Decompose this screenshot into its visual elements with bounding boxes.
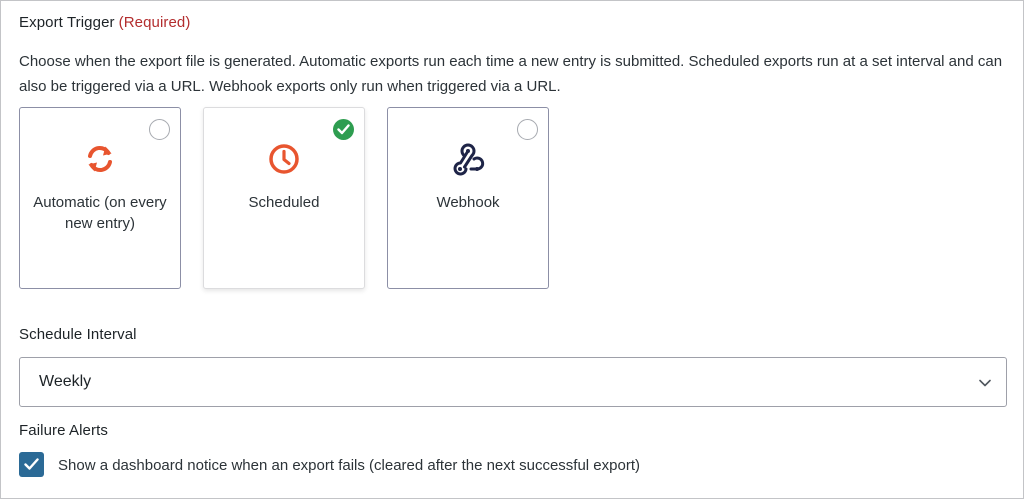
webhook-radio[interactable] bbox=[517, 119, 538, 140]
automatic-label: Automatic (on every new entry) bbox=[33, 194, 167, 232]
failure-alerts-label: Failure Alerts bbox=[19, 422, 108, 439]
trigger-option-scheduled[interactable]: Scheduled bbox=[203, 107, 365, 289]
export-trigger-description: Choose when the export file is generated… bbox=[19, 53, 1003, 95]
failure-alerts-checkbox[interactable] bbox=[19, 452, 44, 477]
trigger-option-automatic[interactable]: Automatic (on every new entry) bbox=[19, 107, 181, 289]
automatic-radio[interactable] bbox=[149, 119, 170, 140]
schedule-interval-label: Schedule Interval bbox=[19, 326, 137, 343]
clock-icon bbox=[267, 142, 301, 176]
failure-alerts-checkbox-label[interactable]: Show a dashboard notice when an export f… bbox=[58, 457, 640, 474]
checkmark-icon bbox=[24, 458, 39, 470]
scheduled-label: Scheduled bbox=[248, 194, 320, 211]
export-trigger-label-text: Export Trigger bbox=[19, 14, 115, 31]
schedule-interval-value: Weekly bbox=[39, 373, 92, 390]
webhook-icon bbox=[451, 142, 485, 176]
scheduled-radio[interactable] bbox=[333, 119, 354, 140]
trigger-option-webhook[interactable]: Webhook bbox=[387, 107, 549, 289]
required-indicator: (Required) bbox=[118, 14, 191, 31]
webhook-label: Webhook bbox=[436, 194, 500, 211]
checkmark-icon bbox=[337, 124, 350, 135]
export-trigger-label: Export Trigger (Required) bbox=[19, 14, 190, 31]
schedule-interval-select[interactable]: Weekly bbox=[19, 357, 1007, 407]
export-settings-panel: Export Trigger (Required) Choose when the… bbox=[0, 0, 1024, 499]
chevron-down-icon bbox=[978, 376, 992, 390]
sync-icon bbox=[83, 142, 117, 176]
